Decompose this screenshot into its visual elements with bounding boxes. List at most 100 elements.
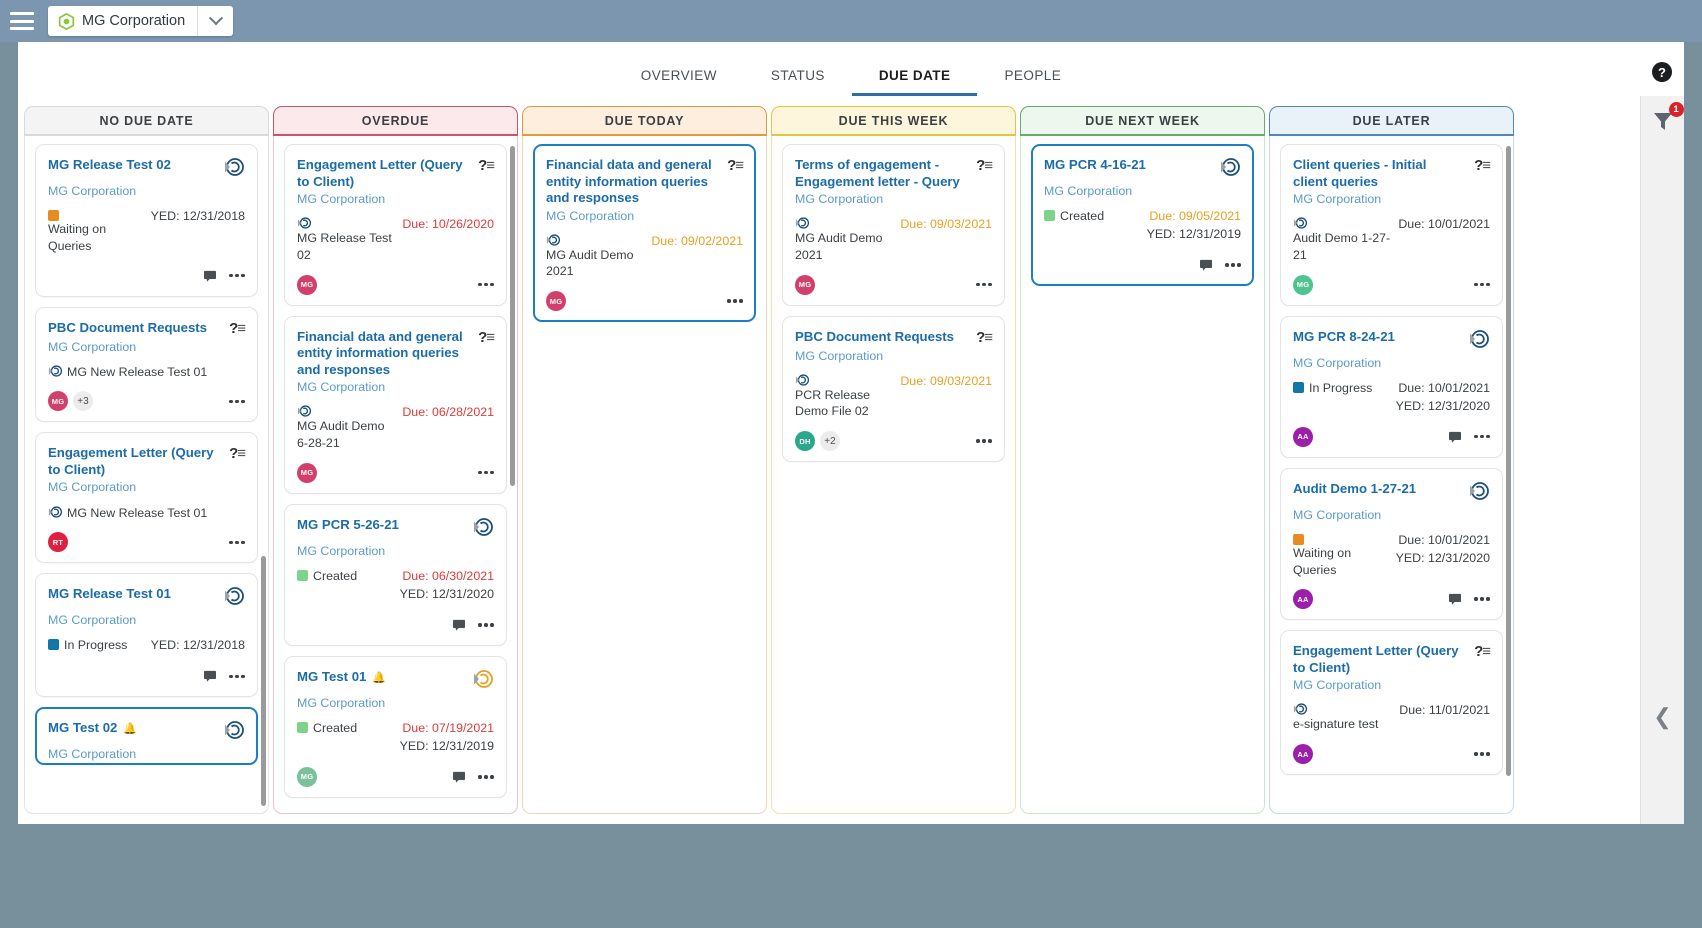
query-list-icon[interactable]: ?≡ bbox=[478, 329, 494, 346]
engagement-icon-wrap[interactable] bbox=[1468, 488, 1490, 505]
card-title[interactable]: Financial data and general entity inform… bbox=[546, 157, 717, 207]
help-icon[interactable]: ? bbox=[1652, 62, 1672, 82]
org-selector[interactable]: MG Corporation bbox=[48, 6, 233, 36]
task-card[interactable]: MG PCR 5-26-21MG CorporationCreatedDue: … bbox=[284, 504, 507, 646]
card-more-options-button[interactable] bbox=[478, 775, 494, 779]
card-more-options-button[interactable] bbox=[1474, 597, 1490, 601]
avatar[interactable]: MG bbox=[795, 275, 815, 295]
tab-overview[interactable]: OVERVIEW bbox=[614, 69, 744, 97]
avatar[interactable]: AA bbox=[1293, 744, 1313, 764]
query-list-icon[interactable]: ?≡ bbox=[229, 445, 245, 462]
card-title[interactable]: Engagement Letter (Query to Client) bbox=[297, 157, 468, 190]
engagement-icon-wrap[interactable] bbox=[1468, 336, 1490, 353]
card-title[interactable]: Audit Demo 1-27-21 bbox=[1293, 481, 1458, 498]
card-more-options-button[interactable] bbox=[727, 299, 743, 303]
card-type-badge[interactable] bbox=[468, 669, 494, 694]
comment-icon[interactable] bbox=[203, 270, 217, 282]
tab-people[interactable]: PEOPLE bbox=[977, 69, 1088, 97]
avatar[interactable]: DH bbox=[795, 431, 815, 451]
hamburger-menu-icon[interactable] bbox=[10, 12, 34, 30]
comment-icon[interactable] bbox=[1448, 593, 1462, 605]
avatar[interactable]: AA bbox=[1293, 589, 1313, 609]
task-card[interactable]: Financial data and general entity inform… bbox=[284, 316, 507, 494]
column-scrollbar[interactable] bbox=[1506, 146, 1511, 776]
card-type-badge[interactable]: ?≡ bbox=[972, 157, 992, 175]
avatar[interactable]: RT bbox=[48, 532, 68, 552]
card-title[interactable]: MG Test 01 🔔 bbox=[297, 669, 462, 686]
card-type-badge[interactable]: ?≡ bbox=[972, 329, 992, 347]
task-card[interactable]: MG Test 01 🔔MG CorporationCreatedDue: 07… bbox=[284, 656, 507, 798]
card-more-options-button[interactable] bbox=[1225, 263, 1241, 267]
avatar[interactable]: MG bbox=[546, 291, 566, 311]
card-type-badge[interactable] bbox=[1215, 157, 1241, 182]
tab-due-date[interactable]: DUE DATE bbox=[852, 69, 978, 97]
card-type-badge[interactable]: ?≡ bbox=[225, 320, 245, 338]
avatar[interactable]: AA bbox=[1293, 427, 1313, 447]
card-type-badge[interactable]: ?≡ bbox=[1470, 157, 1490, 175]
card-more-options-button[interactable] bbox=[229, 541, 245, 545]
query-list-icon[interactable]: ?≡ bbox=[229, 320, 245, 337]
card-more-options-button[interactable] bbox=[1474, 435, 1490, 439]
card-title[interactable]: MG PCR 4-16-21 bbox=[1044, 157, 1209, 174]
card-title[interactable]: MG Release Test 02 bbox=[48, 157, 213, 174]
avatar[interactable]: MG bbox=[297, 767, 317, 787]
comment-icon[interactable] bbox=[452, 619, 466, 631]
engagement-icon-wrap[interactable] bbox=[472, 676, 494, 693]
engagement-icon-wrap[interactable] bbox=[223, 727, 245, 744]
task-card[interactable]: Engagement Letter (Query to Client)?≡MG … bbox=[1280, 630, 1503, 775]
filter-button[interactable]: 1 bbox=[1650, 108, 1676, 134]
task-card[interactable]: Terms of engagement - Engagement letter … bbox=[782, 144, 1005, 306]
collapse-panel-chevron-left-icon[interactable]: ❮ bbox=[1653, 706, 1671, 728]
task-card[interactable]: MG Release Test 01MG CorporationIn Progr… bbox=[35, 573, 258, 697]
card-more-options-button[interactable] bbox=[229, 274, 245, 278]
card-title[interactable]: MG PCR 5-26-21 bbox=[297, 517, 462, 534]
card-type-badge[interactable] bbox=[219, 720, 245, 745]
card-type-badge[interactable]: ?≡ bbox=[474, 329, 494, 347]
query-list-icon[interactable]: ?≡ bbox=[1474, 643, 1490, 660]
query-list-icon[interactable]: ?≡ bbox=[1474, 157, 1490, 174]
task-card[interactable]: MG Test 02 🔔MG Corporation bbox=[35, 707, 258, 765]
column-scrollbar[interactable] bbox=[261, 556, 266, 806]
task-card[interactable]: Engagement Letter (Query to Client)?≡MG … bbox=[284, 144, 507, 306]
task-card[interactable]: PBC Document Requests?≡MG CorporationPCR… bbox=[782, 316, 1005, 463]
card-more-options-button[interactable] bbox=[1474, 752, 1490, 756]
card-more-options-button[interactable] bbox=[478, 471, 494, 475]
task-card[interactable]: Audit Demo 1-27-21MG CorporationWaiting … bbox=[1280, 468, 1503, 621]
card-title[interactable]: PBC Document Requests bbox=[48, 320, 219, 337]
engagement-icon-wrap[interactable] bbox=[1219, 164, 1241, 181]
engagement-icon-wrap[interactable] bbox=[472, 524, 494, 541]
card-more-options-button[interactable] bbox=[1474, 283, 1490, 287]
avatar[interactable]: MG bbox=[1293, 275, 1313, 295]
task-card[interactable]: Financial data and general entity inform… bbox=[533, 144, 756, 322]
engagement-icon-wrap[interactable] bbox=[223, 593, 245, 610]
org-selector-label-group[interactable]: MG Corporation bbox=[48, 6, 197, 36]
query-list-icon[interactable]: ?≡ bbox=[478, 157, 494, 174]
card-title[interactable]: Engagement Letter (Query to Client) bbox=[48, 445, 219, 478]
comment-icon[interactable] bbox=[1199, 259, 1213, 271]
tab-status[interactable]: STATUS bbox=[744, 69, 852, 97]
engagement-icon-wrap[interactable] bbox=[223, 164, 245, 181]
task-card[interactable]: Engagement Letter (Query to Client)?≡MG … bbox=[35, 432, 258, 563]
task-card[interactable]: Client queries - Initial client queries?… bbox=[1280, 144, 1503, 306]
card-title[interactable]: Engagement Letter (Query to Client) bbox=[1293, 643, 1464, 676]
card-title[interactable]: MG PCR 8-24-21 bbox=[1293, 329, 1458, 346]
avatar[interactable]: MG bbox=[297, 275, 317, 295]
org-dropdown-chevron-down-icon[interactable] bbox=[197, 6, 233, 36]
avatar-overflow-count[interactable]: +2 bbox=[820, 431, 840, 451]
task-card[interactable]: MG PCR 8-24-21MG CorporationIn ProgressD… bbox=[1280, 316, 1503, 458]
card-title[interactable]: Financial data and general entity inform… bbox=[297, 329, 468, 379]
card-type-badge[interactable]: ?≡ bbox=[723, 157, 743, 175]
task-card[interactable]: MG PCR 4-16-21MG CorporationCreatedDue: … bbox=[1031, 144, 1254, 286]
comment-icon[interactable] bbox=[203, 670, 217, 682]
card-title[interactable]: MG Test 02 🔔 bbox=[48, 720, 213, 737]
query-list-icon[interactable]: ?≡ bbox=[976, 157, 992, 174]
avatar-overflow-count[interactable]: +3 bbox=[73, 391, 93, 411]
card-type-badge[interactable]: ?≡ bbox=[1470, 643, 1490, 661]
card-more-options-button[interactable] bbox=[976, 439, 992, 443]
avatar[interactable]: MG bbox=[297, 463, 317, 483]
card-more-options-button[interactable] bbox=[229, 675, 245, 679]
card-type-badge[interactable] bbox=[468, 517, 494, 542]
card-type-badge[interactable]: ?≡ bbox=[225, 445, 245, 463]
task-card[interactable]: MG Release Test 02MG CorporationWaiting … bbox=[35, 144, 258, 297]
card-type-badge[interactable] bbox=[1464, 329, 1490, 354]
